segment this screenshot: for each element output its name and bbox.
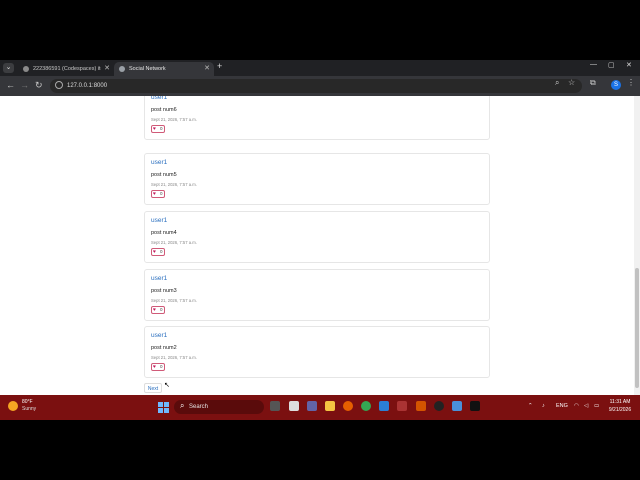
heart-icon: ♥ [153,191,156,197]
teams-icon[interactable] [307,401,317,411]
wifi-icon[interactable]: ◠ [574,403,579,409]
volume-icon[interactable]: ◁ [584,403,588,409]
file-explorer-icon[interactable] [325,401,335,411]
post-card: user1 post num5 Sept 21, 2026, 7:57 a.m.… [144,153,490,205]
github-desktop-icon[interactable] [434,401,444,411]
like-button[interactable]: ♥ 0 [151,125,165,133]
page-scrollbar[interactable] [634,96,640,395]
tab-search-dropdown-icon[interactable]: ⌄ [3,63,14,73]
microphone-icon[interactable]: ♪ [542,403,545,409]
post-username[interactable]: user1 [151,217,167,224]
like-count: 0 [160,126,163,131]
taskbar-search[interactable]: ⌕ Search [174,400,264,414]
post-timestamp: Sept 21, 2026, 7:57 a.m. [151,117,197,122]
globe-icon [119,66,125,72]
post-username[interactable]: user1 [151,159,167,166]
maximize-icon[interactable]: ▢ [608,61,615,69]
close-window-icon[interactable]: ✕ [626,61,632,69]
next-page-button[interactable]: Next [144,383,162,393]
like-count: 0 [160,364,163,369]
post-card: user1 post num3 Sept 21, 2026, 7:57 a.m.… [144,269,490,321]
post-content: post num3 [151,288,177,294]
tab-strip: ⌄ 222386591 (Codespaces) iterati ✕ Socia… [0,60,640,76]
new-tab-icon[interactable]: + [217,61,222,71]
close-icon[interactable]: ✕ [204,62,210,76]
address-bar[interactable]: 127.0.0.1:8000 [50,79,582,93]
post-timestamp: Sept 21, 2026, 7:57 a.m. [151,182,197,187]
task-view-icon[interactable] [270,401,280,411]
system-clock[interactable]: 11:31 AM 9/21/2026 [602,398,638,414]
screen: ⌄ 222386591 (Codespaces) iterati ✕ Socia… [0,60,640,420]
firefox-icon[interactable] [343,401,353,411]
heart-icon: ♥ [153,364,156,370]
notepad-icon[interactable] [452,401,462,411]
bookmark-star-icon[interactable]: ☆ [568,78,575,87]
tab-label: 222386591 (Codespaces) iterati [33,66,101,72]
post-timestamp: Sept 21, 2026, 7:57 a.m. [151,355,197,360]
windows-taskbar: 80°F Sunny ⌕ Search ⌃ ♪ ENG ◠ ◁ ▭ 11:31 … [0,395,640,420]
chrome-icon[interactable] [361,401,371,411]
post-timestamp: Sept 21, 2026, 7:57 a.m. [151,240,197,245]
heart-icon: ♥ [153,126,156,132]
post-card: user1 post num6 Sept 21, 2026, 7:57 a.m.… [144,96,490,140]
tray-chevron-up-icon[interactable]: ⌃ [528,403,533,409]
vscode-icon[interactable] [379,401,389,411]
post-username[interactable]: user1 [151,275,167,282]
settings-gear-icon[interactable] [416,401,426,411]
widgets-icon[interactable] [289,401,299,411]
post-content: post num5 [151,172,177,178]
post-username[interactable]: user1 [151,96,167,101]
site-info-icon[interactable] [55,81,63,89]
profile-avatar[interactable]: S [611,80,621,90]
post-username[interactable]: user1 [151,332,167,339]
page-content: user1 post num6 Sept 21, 2026, 7:57 a.m.… [0,96,634,395]
post-content: post num6 [151,107,177,113]
forward-icon[interactable]: → [20,80,29,91]
like-button[interactable]: ♥ 0 [151,363,165,371]
minimize-icon[interactable]: — [590,61,597,68]
like-button[interactable]: ♥ 0 [151,190,165,198]
zoom-icon[interactable]: ⌕ [555,78,559,88]
menu-icon[interactable]: ⋮ [627,78,635,87]
post-timestamp: Sept 21, 2026, 7:57 a.m. [151,298,197,303]
language-indicator[interactable]: ENG [556,403,568,409]
taskbar-search-label: Search [189,404,209,410]
post-content: post num2 [151,345,177,351]
heart-icon: ♥ [153,249,156,255]
post-card: user1 post num4 Sept 21, 2026, 7:57 a.m.… [144,211,490,263]
reload-icon[interactable]: ↻ [35,80,43,91]
address-text: 127.0.0.1:8000 [67,83,108,89]
app-icon[interactable] [397,401,407,411]
post-card: user1 post num2 Sept 21, 2026, 7:57 a.m.… [144,326,490,378]
browser-toolbar: ← → ↻ 127.0.0.1:8000 ⌕ ☆ ⧉ S ⋮ [0,76,640,96]
search-icon: ⌕ [180,401,185,410]
weather-condition: Sunny [22,406,37,412]
clock-time: 11:31 AM [609,399,631,405]
terminal-icon[interactable] [470,401,480,411]
post-content: post num4 [151,230,177,236]
like-count: 0 [160,191,163,196]
scrollbar-thumb[interactable] [635,268,639,388]
like-count: 0 [160,307,163,312]
mouse-cursor-icon: ↖ [164,382,170,389]
like-count: 0 [160,249,163,254]
tab-label: Social Network [129,66,166,72]
battery-icon[interactable]: ▭ [594,403,599,409]
extensions-icon[interactable]: ⧉ [590,78,596,88]
back-icon[interactable]: ← [6,80,15,91]
tab-codespaces[interactable]: 222386591 (Codespaces) iterati ✕ [18,62,114,76]
like-button[interactable]: ♥ 0 [151,306,165,314]
github-icon [23,66,29,72]
weather-temp: 80°F [22,399,33,405]
close-icon[interactable]: ✕ [104,62,110,76]
heart-icon: ♥ [153,307,156,313]
sun-icon [8,401,18,411]
like-button[interactable]: ♥ 0 [151,248,165,256]
clock-date: 9/21/2026 [608,407,632,413]
windows-start-icon[interactable] [158,402,169,413]
tab-social-network[interactable]: Social Network ✕ [114,62,214,76]
